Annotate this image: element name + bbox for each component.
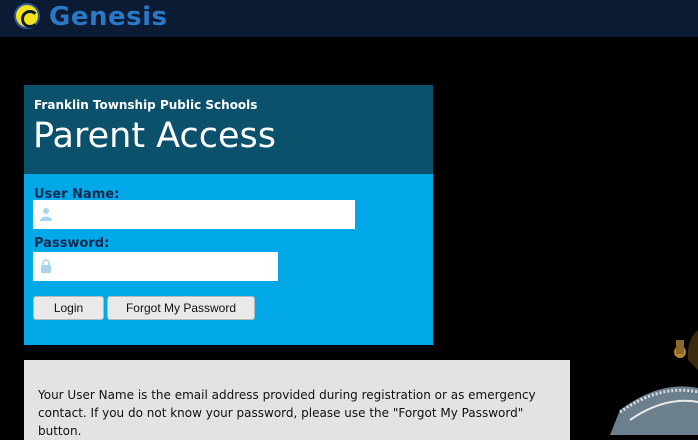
info-panel: Your User Name is the email address prov… <box>24 360 570 440</box>
lock-icon <box>41 259 51 273</box>
password-label: Password: <box>34 236 110 251</box>
school-name: Franklin Township Public Schools <box>34 98 258 112</box>
top-bar: Genesis <box>0 0 698 37</box>
login-button[interactable]: Login <box>33 296 104 320</box>
password-field[interactable] <box>33 252 278 281</box>
background-clock-decoration-icon <box>610 300 698 435</box>
logo-text: Genesis <box>49 2 168 32</box>
password-input[interactable] <box>59 252 278 281</box>
info-text-overflow: ▁▁▁▁▁▁▁▁▁▁▁▁▁▁▁▁▁▁▁▁▁▁▁▁▁▁▁▁▁▁▁▁▁▁▁▁▁▁▁▁… <box>38 428 435 438</box>
username-field[interactable] <box>33 200 355 229</box>
forgot-password-button[interactable]: Forgot My Password <box>107 296 255 320</box>
login-header: Franklin Township Public Schools Parent … <box>24 85 433 174</box>
username-input[interactable] <box>59 200 355 229</box>
page-title: Parent Access <box>33 116 276 156</box>
genesis-logo-icon <box>14 3 40 29</box>
login-form: User Name: Password: Login Forgot My Pas… <box>24 174 433 345</box>
user-icon <box>40 208 52 221</box>
